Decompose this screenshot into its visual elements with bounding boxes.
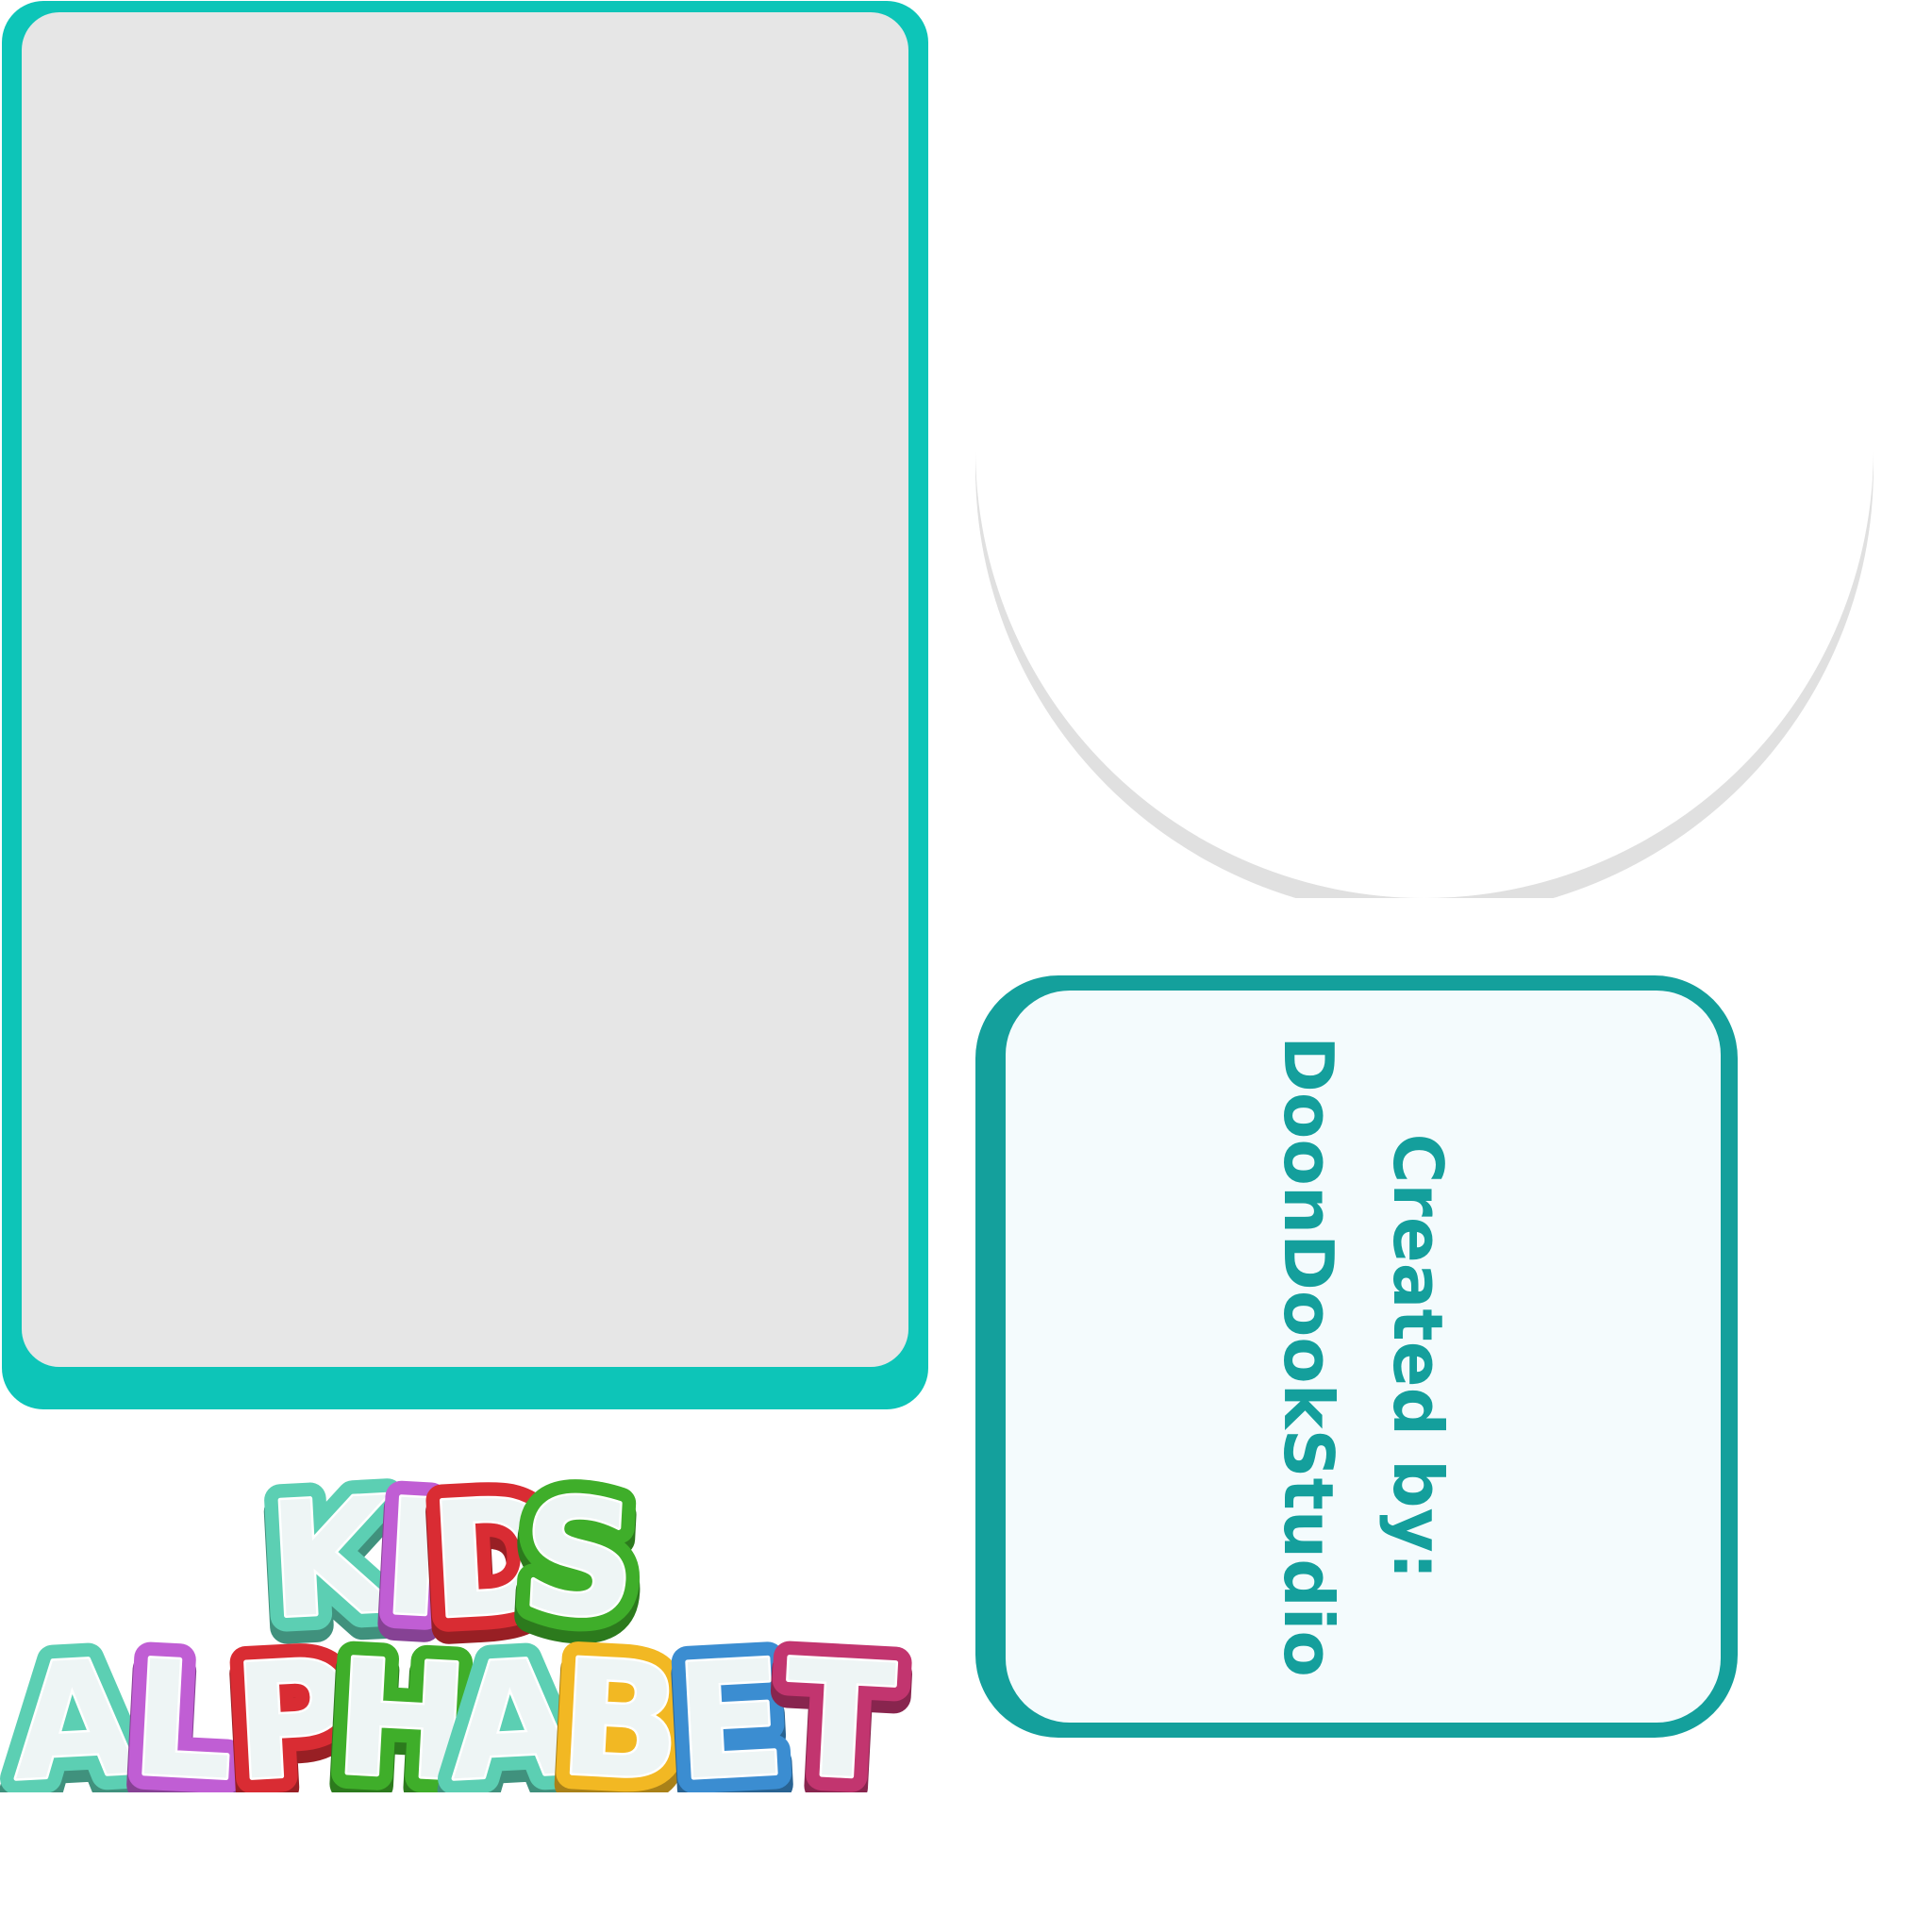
logo-alphabet-letter-glyph: E (672, 1625, 790, 1792)
round-badge-face (975, 0, 1874, 898)
logo-alphabet-letter-1: AAA (0, 1609, 158, 1792)
credits-card: Created by: DoonDookStudio (975, 975, 1738, 1738)
logo-alphabet-letter-glyph: B (556, 1625, 686, 1792)
credits-created-by: Created by: (1378, 1133, 1457, 1580)
credits-text: Created by: DoonDookStudio (1254, 1036, 1473, 1677)
card-image-slot (22, 12, 908, 1367)
logo-alphabet-letter-glyph: L (127, 1625, 238, 1792)
logo-alphabet-letter-6: BBB (538, 1609, 702, 1792)
logo-alphabet-letter-7: EEE (655, 1609, 807, 1792)
game-logo: KKKIIIDDDSSSAAALLLPPPHHHAAABBBEEETTT (0, 1443, 913, 1792)
logo-alphabet-letter-glyph: A (8, 1625, 140, 1792)
logo-alphabet-letter-2: LLL (110, 1609, 255, 1792)
credits-card-panel: Created by: DoonDookStudio (1006, 991, 1721, 1723)
logo-alphabet-letter-glyph: T (781, 1625, 899, 1792)
round-badge (975, 0, 1874, 898)
logo-alphabet-letter-8: TTT (763, 1609, 913, 1792)
credits-studio-name: DoonDookStudio (1269, 1036, 1348, 1677)
card-frame (2, 1, 928, 1409)
